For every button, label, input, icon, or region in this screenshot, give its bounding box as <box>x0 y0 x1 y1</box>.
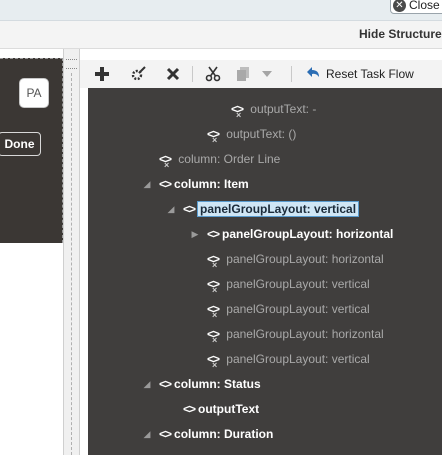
tree-node[interactable]: <> column: Item <box>159 171 249 196</box>
close-icon: ✕ <box>393 0 406 12</box>
tag-icon: <> <box>159 426 172 441</box>
structure-bar: Hide Structure <box>0 21 442 49</box>
tree-node-label: panelGroupLayout: vertical <box>226 351 370 366</box>
tree-node[interactable]: <> outputText <box>183 396 259 421</box>
tree-node[interactable]: <> panelGroupLayout: vertical <box>207 346 370 371</box>
x-icon[interactable] <box>163 64 183 84</box>
tree-node-label: column: Order Line <box>178 151 281 166</box>
tag-icon: <> <box>207 252 223 266</box>
tree-node[interactable]: <> column: Order Line <box>159 146 280 171</box>
tag-icon: <> <box>207 127 223 141</box>
splitter-grip-icon <box>66 59 77 69</box>
copy-icon[interactable] <box>233 64 253 84</box>
reset-task-flow-button[interactable]: Reset Task Flow <box>305 64 414 84</box>
scissors-icon[interactable] <box>203 64 223 84</box>
tree-node[interactable]: <> column: Status <box>159 371 261 396</box>
expand-arrow-icon[interactable]: ▶ <box>190 229 200 239</box>
tree-node-label: panelGroupLayout: vertical <box>197 200 360 217</box>
preview-pane: PA Done <box>0 49 63 455</box>
tag-icon: <> <box>183 201 196 216</box>
splitter-line <box>71 73 72 455</box>
tag-icon: <> <box>207 226 220 241</box>
tag-icon: <> <box>207 277 223 291</box>
close-label: Close <box>409 0 440 12</box>
chevron-down-icon[interactable] <box>260 64 274 84</box>
tag-icon: <> <box>159 152 175 166</box>
tree-node-label: panelGroupLayout: horizontal <box>222 226 394 241</box>
tree-node-label: column: Status <box>174 376 261 391</box>
reset-task-flow-label: Reset Task Flow <box>326 67 414 81</box>
tag-icon: <> <box>231 102 247 116</box>
undo-arrow-icon <box>305 66 321 83</box>
tag-icon: <> <box>207 302 223 316</box>
close-button[interactable]: ✕ Close <box>390 0 442 14</box>
tree-node-label: outputText: () <box>226 126 297 141</box>
toolbar-separator <box>291 66 292 82</box>
done-button[interactable]: Done <box>0 132 41 156</box>
tree-node[interactable]: <> outputText: - <box>231 96 316 121</box>
collapse-arrow-icon[interactable]: ◢ <box>142 379 152 389</box>
toolbar-separator <box>192 66 193 82</box>
pane-splitter[interactable] <box>63 49 80 455</box>
tree-node-label: column: Item <box>174 176 249 191</box>
tree-node[interactable]: <> panelGroupLayout: horizontal <box>207 221 393 246</box>
tree-node[interactable]: <> panelGroupLayout: vertical <box>207 271 370 296</box>
top-bar: ✕ Close <box>0 0 442 21</box>
tree-node-label: outputText <box>198 401 260 416</box>
collapse-arrow-icon[interactable]: ◢ <box>142 429 152 439</box>
tag-icon: <> <box>159 376 172 391</box>
gear-pencil-icon[interactable] <box>128 64 148 84</box>
tree-node[interactable]: <> column: Duration <box>159 421 273 446</box>
hide-structure-link[interactable]: Hide Structure <box>359 27 442 41</box>
plus-icon[interactable] <box>92 64 112 84</box>
collapse-arrow-icon[interactable]: ◢ <box>142 179 152 189</box>
tree-node[interactable]: <> panelGroupLayout: horizontal <box>207 321 384 346</box>
tree-node[interactable]: <> outputText: () <box>207 121 296 146</box>
tree-node-label: panelGroupLayout: horizontal <box>226 326 384 341</box>
tag-icon: <> <box>207 352 223 366</box>
tag-icon: <> <box>207 327 223 341</box>
tree-node-selected[interactable]: <> panelGroupLayout: vertical <box>183 196 360 221</box>
tree-node[interactable]: <> panelGroupLayout: vertical <box>207 296 370 321</box>
collapse-arrow-icon[interactable]: ◢ <box>166 204 176 214</box>
avatar[interactable]: PA <box>19 78 49 108</box>
tree-node-label: outputText: - <box>250 101 317 116</box>
tree-node[interactable]: <> panelGroupLayout: horizontal <box>207 246 384 271</box>
preview-dark-region: PA Done <box>0 58 63 243</box>
tree-node-label: panelGroupLayout: horizontal <box>226 251 384 266</box>
structure-tree: <> outputText: - <> outputText: () <> co… <box>88 88 442 455</box>
tree-node-label: column: Duration <box>174 426 274 441</box>
structure-toolbar: Reset Task Flow <box>80 60 442 88</box>
tag-icon: <> <box>183 401 196 416</box>
tag-icon: <> <box>159 176 172 191</box>
tree-node-label: panelGroupLayout: vertical <box>226 276 370 291</box>
tree-node-label: panelGroupLayout: vertical <box>226 301 370 316</box>
